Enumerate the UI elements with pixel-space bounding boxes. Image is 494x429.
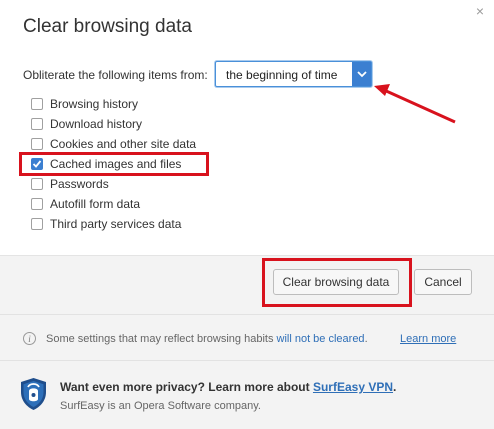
item-label: Autofill form data xyxy=(50,197,141,211)
item-label: Cached images and files xyxy=(50,157,182,171)
surfeasy-vpn-link[interactable]: SurfEasy VPN xyxy=(313,380,393,394)
item-label: Download history xyxy=(50,117,143,131)
checkbox[interactable] xyxy=(31,138,43,150)
item-browsing-history[interactable]: Browsing history xyxy=(31,96,211,114)
checkmark-icon xyxy=(32,160,42,168)
item-cookies[interactable]: Cookies and other site data xyxy=(31,136,211,154)
chevron-down-icon[interactable] xyxy=(352,62,371,86)
time-range-select[interactable]: the beginning of time xyxy=(215,61,372,87)
item-label: Passwords xyxy=(50,177,109,191)
checkbox-checked[interactable] xyxy=(31,158,43,170)
promo-subtext: SurfEasy is an Opera Software company. xyxy=(60,400,261,412)
item-label: Third party services data xyxy=(50,217,182,231)
item-label: Cookies and other site data xyxy=(50,137,197,151)
info-text-before: Some settings that may reflect browsing … xyxy=(46,333,277,345)
divider xyxy=(0,314,494,315)
item-autofill[interactable]: Autofill form data xyxy=(31,196,211,214)
dialog-title: Clear browsing data xyxy=(23,16,192,37)
cancel-button[interactable]: Cancel xyxy=(414,269,472,295)
promo-text-end: . xyxy=(393,380,397,394)
item-third-party[interactable]: Third party services data xyxy=(31,216,211,234)
info-text-after: . xyxy=(364,333,368,345)
divider xyxy=(0,360,494,361)
promo-text: Want even more privacy? Learn more about… xyxy=(60,380,396,394)
obliterate-label: Obliterate the following items from: xyxy=(23,68,208,82)
item-passwords[interactable]: Passwords xyxy=(31,176,211,194)
surfeasy-shield-icon xyxy=(21,378,46,410)
clear-browsing-data-dialog: × Clear browsing data Obliterate the fol… xyxy=(0,0,494,429)
time-range-value: the beginning of time xyxy=(226,68,338,82)
checkbox[interactable] xyxy=(31,198,43,210)
checkbox[interactable] xyxy=(31,178,43,190)
item-cached-images[interactable]: Cached images and files xyxy=(31,156,211,174)
annotation-arrow xyxy=(374,84,456,124)
item-label: Browsing history xyxy=(50,97,139,111)
info-text: Some settings that may reflect browsing … xyxy=(46,333,368,345)
learn-more-link[interactable]: Learn more xyxy=(400,333,456,345)
clear-browsing-data-button[interactable]: Clear browsing data xyxy=(273,269,399,295)
promo-text-main: Want even more privacy? Learn more about xyxy=(60,380,313,394)
info-text-highlight: will not be cleared xyxy=(276,333,365,345)
item-download-history[interactable]: Download history xyxy=(31,116,211,134)
close-icon[interactable]: × xyxy=(476,4,484,18)
info-icon: i xyxy=(23,332,36,345)
checkbox[interactable] xyxy=(31,218,43,230)
checkbox[interactable] xyxy=(31,98,43,110)
checkbox[interactable] xyxy=(31,118,43,130)
